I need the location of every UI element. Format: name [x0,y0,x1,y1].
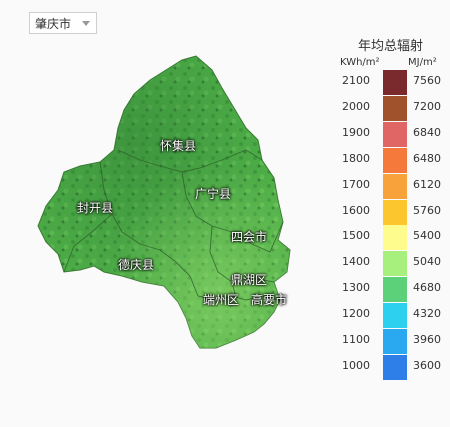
legend-color-swatch [383,147,407,173]
legend-mj-value: 4680 [413,281,441,295]
legend-kwh-value: 1000 [342,358,370,372]
legend-kwh-value: 1800 [342,151,370,165]
place-label-duanzhou: 端州区 [203,293,240,307]
place-label-fengkai: 封开县 [77,201,114,215]
legend-row: 1500 5400 [340,225,445,251]
place-label-guangning: 广宁县 [195,187,232,201]
legend-color-swatch [383,121,407,147]
legend-row: 2000 7200 [340,95,445,121]
legend-row: 1000 3600 [340,354,445,380]
legend-color-swatch [383,329,407,354]
legend-color-swatch [383,199,407,225]
legend-mj-value: 6840 [413,125,441,139]
legend-row: 1600 5760 [340,199,445,225]
place-label-deqing: 德庆县 [118,258,155,272]
legend-kwh-value: 1300 [342,281,370,295]
legend-mj-value: 5760 [413,203,441,217]
place-label-huaiji: 怀集县 [160,139,197,153]
legend-mj-value: 7560 [413,74,441,87]
legend-mj-value: 5400 [413,229,441,243]
legend-unit-mj: MJ/m² [408,57,437,68]
legend-kwh-value: 2000 [342,99,370,113]
legend-mj-value: 5040 [413,255,441,269]
legend-color-swatch [383,277,407,303]
legend-title: 年均总辐射 [358,39,424,54]
legend-row: 1100 3960 [340,329,445,354]
legend-color-swatch [383,354,407,380]
place-label-gaoyao: 高要市 [251,293,288,307]
legend-kwh-value: 1200 [342,307,370,321]
place-label-dinghu: 鼎湖区 [231,273,268,287]
legend-kwh-value: 1500 [342,229,370,243]
legend-mj-value: 6480 [413,151,441,165]
legend-color-swatch [383,70,407,95]
legend-mj-value: 6120 [413,177,441,191]
legend-kwh-value: 1900 [342,125,370,139]
legend-mj-value: 3960 [413,333,441,346]
legend-mj-value: 3600 [413,358,441,372]
legend-row: 1300 4680 [340,277,445,303]
legend-kwh-value: 1700 [342,177,370,191]
legend-color-swatch [383,251,407,277]
legend-kwh-value: 1100 [342,333,370,346]
legend-row: 2100 7560 [340,70,445,95]
legend-mj-value: 4320 [413,307,441,321]
legend-kwh-value: 1400 [342,255,370,269]
legend-mj-value: 7200 [413,99,441,113]
legend-row: 1900 6840 [340,121,445,147]
legend-row: 1400 5040 [340,251,445,277]
legend-color-swatch [383,173,407,199]
legend-color-swatch [383,225,407,251]
legend-row: 1700 6120 [340,173,445,199]
place-label-sihui: 四会市 [231,230,268,244]
legend-color-swatch [383,303,407,329]
legend-kwh-value: 1600 [342,203,370,217]
legend-unit-kwh: KWh/m² [340,57,380,68]
legend-kwh-value: 2100 [342,74,370,87]
legend-row: 1800 6480 [340,147,445,173]
legend-row: 1200 4320 [340,303,445,329]
legend-color-swatch [383,95,407,121]
